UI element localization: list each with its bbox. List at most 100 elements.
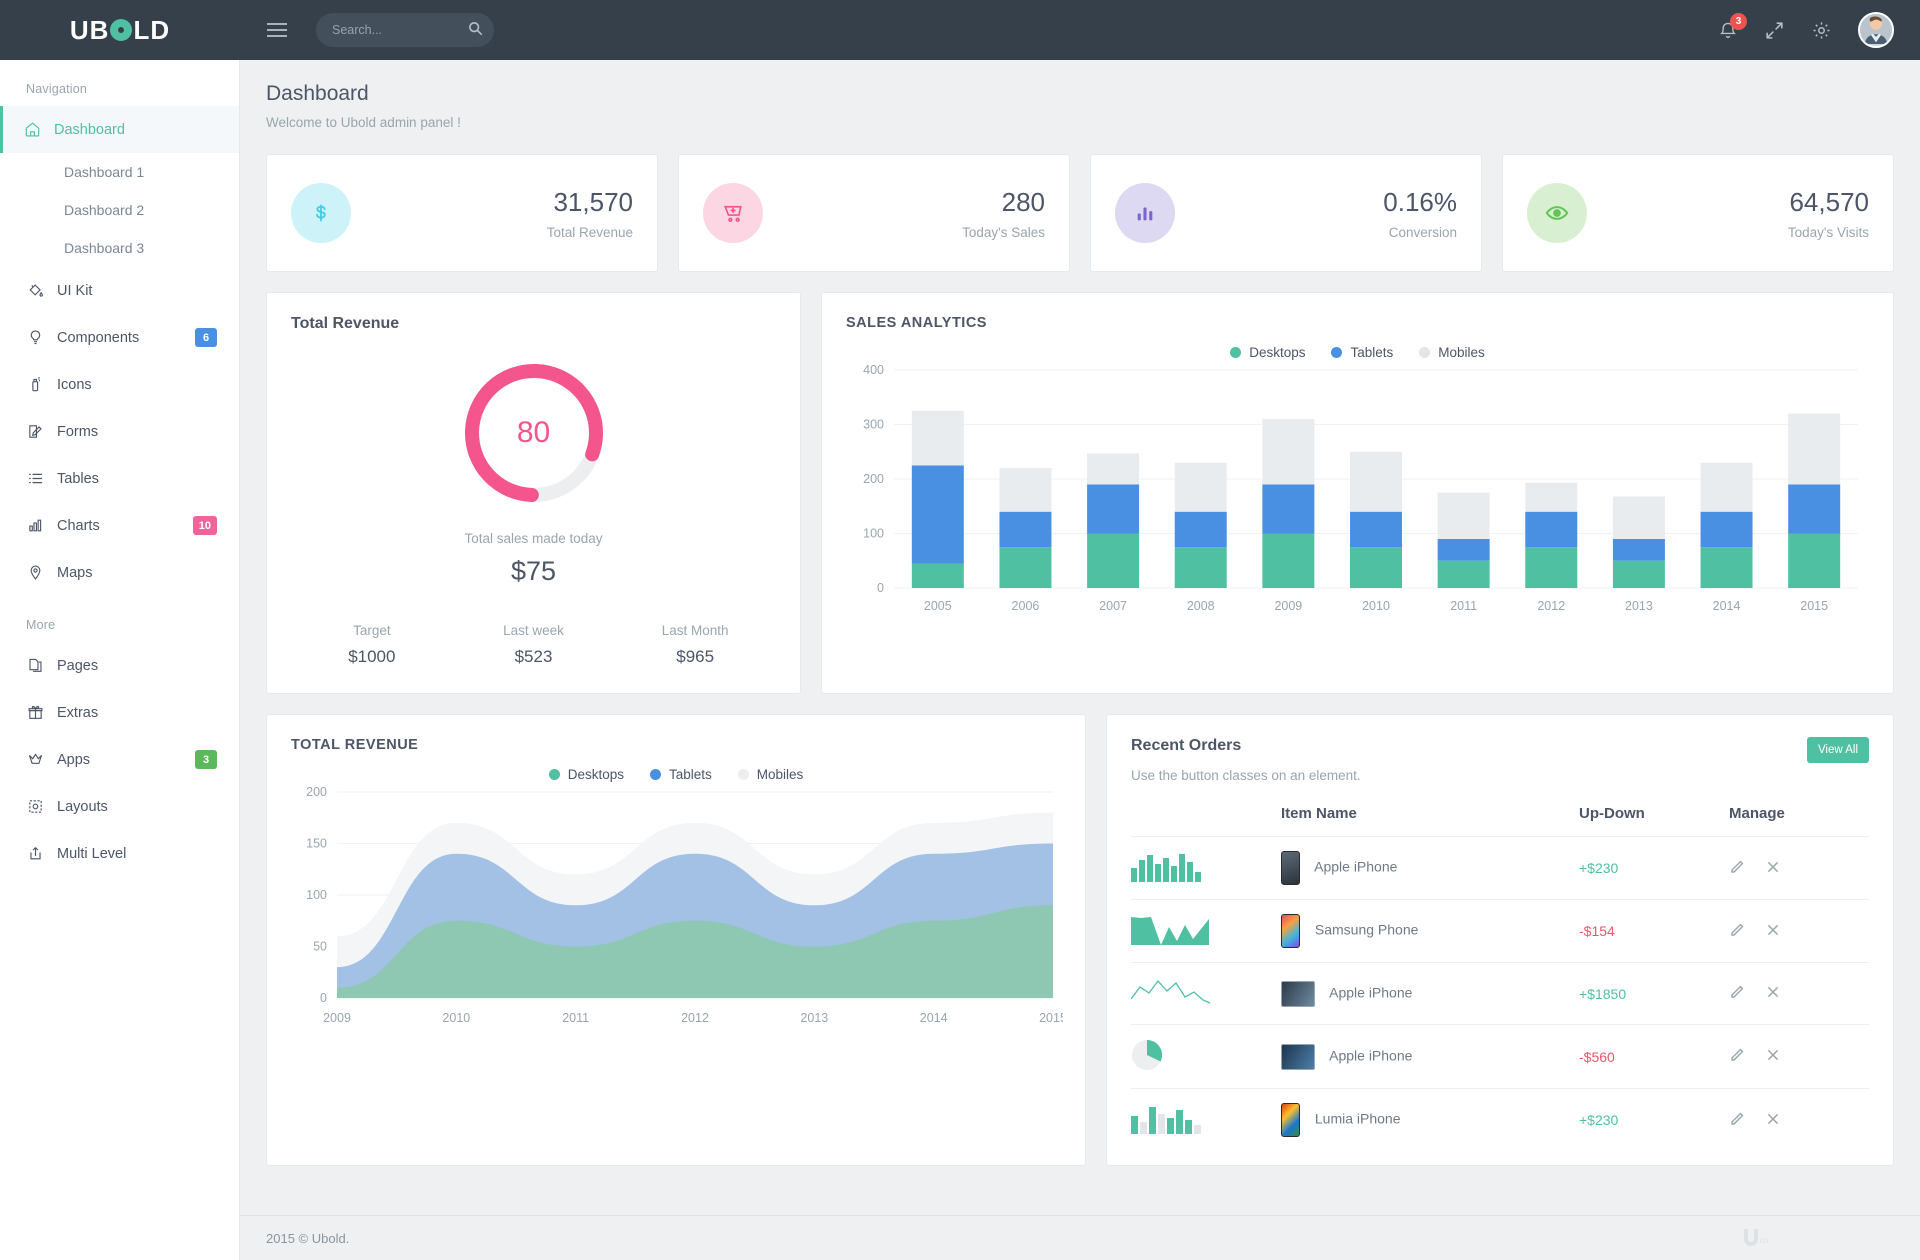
legend-item-desktops[interactable]: Desktops [1230, 345, 1305, 360]
search-box[interactable] [316, 13, 494, 47]
legend-dot-icon [738, 769, 749, 780]
stat-text: 280 Today's Sales [962, 187, 1045, 240]
sidebar-item-dashboard-2[interactable]: Dashboard 2 [0, 191, 239, 229]
stat-card-todays-sales[interactable]: 280 Today's Sales [678, 154, 1070, 272]
order-sparkline [1131, 1089, 1281, 1152]
sidebar-item-maps[interactable]: Maps [0, 549, 239, 596]
order-item-name: Lumia iPhone [1315, 1111, 1401, 1127]
sidebar-item-icons[interactable]: Icons [0, 361, 239, 408]
svg-text:2013: 2013 [800, 1011, 828, 1025]
table-row[interactable]: Samsung Phone -$154 [1131, 900, 1869, 963]
edit-icon[interactable] [1729, 859, 1745, 875]
sidebar-item-forms[interactable]: Forms [0, 408, 239, 455]
sidebar-item-ui-kit[interactable]: UI Kit [0, 267, 239, 314]
order-sparkline [1131, 900, 1281, 963]
table-row[interactable]: Apple iPhone -$560 [1131, 1025, 1869, 1089]
sidebar-item-extras[interactable]: Extras [0, 689, 239, 736]
gauge-caption: Total sales made today [291, 531, 776, 546]
search-icon[interactable] [464, 19, 486, 41]
bar-sparkline-icon [1131, 852, 1211, 882]
edit-icon[interactable] [1729, 1047, 1745, 1063]
edit-icon[interactable] [1729, 984, 1745, 1000]
sidebar-item-label: UI Kit [57, 283, 92, 299]
pencil-square-icon [27, 423, 57, 440]
card-title: SALES ANALYTICS [846, 315, 1869, 331]
total-revenue-area-chart: 0501001502002009201020112012201320142015 [291, 782, 1063, 1032]
revenue-stats: Target $1000 Last week $523 Last Month $… [291, 623, 776, 667]
sidebar-item-components[interactable]: Components 6 [0, 314, 239, 361]
sidebar-item-layouts[interactable]: Layouts [0, 783, 239, 830]
sidebar-item-charts[interactable]: Charts 10 [0, 502, 239, 549]
stat-value: $1000 [291, 647, 453, 667]
sidebar-item-dashboard-1[interactable]: Dashboard 1 [0, 153, 239, 191]
svg-text:2009: 2009 [323, 1011, 351, 1025]
close-icon[interactable] [1765, 859, 1781, 875]
paint-bucket-icon [27, 282, 57, 299]
bar-chart-icon [27, 517, 57, 534]
card-title: Recent Orders [1131, 737, 1869, 755]
svg-text:2007: 2007 [1099, 599, 1127, 613]
stat-cards-row: 31,570 Total Revenue 280 Today's Sales [240, 130, 1920, 272]
close-icon[interactable] [1765, 1111, 1781, 1127]
menu-toggle-icon[interactable] [260, 13, 294, 47]
fullscreen-icon[interactable] [1764, 20, 1785, 41]
legend-item-tablets[interactable]: Tablets [650, 767, 712, 782]
table-row[interactable]: Lumia iPhone +$230 [1131, 1089, 1869, 1152]
stat-card-conversion[interactable]: 0.16% Conversion [1090, 154, 1482, 272]
sidebar: Navigation Dashboard Dashboard 1 Dashboa… [0, 60, 240, 1260]
close-icon[interactable] [1765, 984, 1781, 1000]
stat-value: 31,570 [547, 187, 633, 218]
bell-icon[interactable]: 3 [1718, 20, 1738, 40]
stat-label: Today's Visits [1788, 225, 1869, 240]
svg-text:2010: 2010 [1362, 599, 1390, 613]
crown-icon [27, 751, 57, 768]
stat-card-total-revenue[interactable]: 31,570 Total Revenue [266, 154, 658, 272]
close-icon[interactable] [1765, 1047, 1781, 1063]
recent-orders-card: Recent Orders View All Use the button cl… [1106, 714, 1894, 1166]
close-icon[interactable] [1765, 922, 1781, 938]
svg-text:2012: 2012 [1537, 599, 1565, 613]
table-row[interactable]: Apple iPhone +$230 [1131, 837, 1869, 900]
order-actions [1729, 1025, 1869, 1089]
legend-item-mobiles[interactable]: Mobiles [1419, 345, 1485, 360]
sidebar-item-apps[interactable]: Apps 3 [0, 736, 239, 783]
bar-sparkline-icon [1131, 1104, 1211, 1134]
orders-table: Item Name Up-Down Manage [1131, 805, 1869, 1151]
sidebar-item-tables[interactable]: Tables [0, 455, 239, 502]
sidebar-item-dashboard[interactable]: Dashboard [0, 106, 239, 153]
table-row[interactable]: Apple iPhone +$1850 [1131, 963, 1869, 1025]
order-item: Apple iPhone [1281, 837, 1579, 900]
edit-icon[interactable] [1729, 1111, 1745, 1127]
map-pin-icon [27, 564, 57, 581]
edit-icon[interactable] [1729, 922, 1745, 938]
svg-text:2012: 2012 [681, 1011, 709, 1025]
sidebar-item-dashboard-3[interactable]: Dashboard 3 [0, 229, 239, 267]
sidebar-item-label: Pages [57, 658, 98, 674]
svg-text:2014: 2014 [920, 1011, 948, 1025]
sidebar-item-multi-level[interactable]: Multi Level [0, 830, 239, 877]
sidebar-item-pages[interactable]: Pages [0, 642, 239, 689]
legend-label: Desktops [1249, 345, 1305, 360]
gear-icon[interactable] [1811, 20, 1832, 41]
avatar[interactable] [1858, 12, 1894, 48]
legend-item-desktops[interactable]: Desktops [549, 767, 624, 782]
stat-value: 64,570 [1788, 187, 1869, 218]
order-item-name: Apple iPhone [1329, 984, 1412, 1000]
page-title: Dashboard [266, 82, 1894, 106]
view-all-button[interactable]: View All [1807, 737, 1869, 763]
svg-text:150: 150 [306, 837, 327, 851]
middle-row: Total Revenue 80 Total sales made today … [240, 272, 1920, 694]
svg-text:400: 400 [863, 363, 884, 377]
svg-text:0: 0 [877, 581, 884, 595]
stat-text: 64,570 Today's Visits [1788, 187, 1869, 240]
legend-item-mobiles[interactable]: Mobiles [738, 767, 804, 782]
legend-item-tablets[interactable]: Tablets [1331, 345, 1393, 360]
chart-legend: Desktops Tablets Mobiles [846, 345, 1869, 360]
copy-icon [27, 657, 57, 674]
svg-text:2011: 2011 [562, 1011, 589, 1025]
sidebar-item-label: Dashboard 3 [64, 240, 144, 256]
legend-dot-icon [549, 769, 560, 780]
order-change: +$1850 [1579, 963, 1729, 1025]
stat-card-todays-visits[interactable]: 64,570 Today's Visits [1502, 154, 1894, 272]
logo[interactable]: UB LD [0, 0, 240, 60]
